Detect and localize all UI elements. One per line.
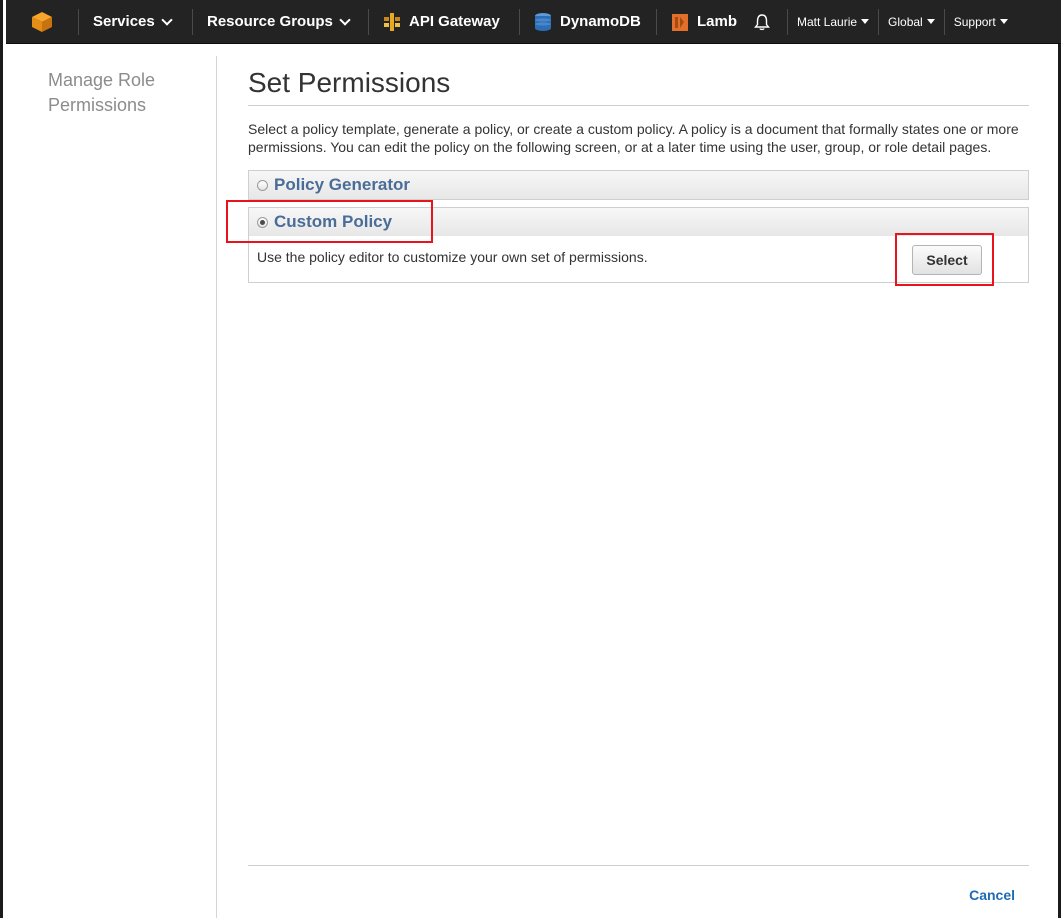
support-label: Support	[953, 14, 996, 29]
shortcut-label: Lamb	[697, 13, 738, 30]
intro-text: Select a policy template, generate a pol…	[248, 121, 1019, 155]
dynamodb-icon	[534, 12, 552, 32]
sidebar-title: Manage Role Permissions	[48, 70, 156, 115]
caret-down-icon	[926, 19, 935, 24]
custom-policy-panel: Use the policy editor to customize your …	[248, 236, 1029, 283]
custom-policy-radio[interactable]	[257, 216, 268, 228]
sidebar: Manage Role Permissions	[6, 56, 217, 918]
chevron-down-icon	[339, 13, 351, 26]
resource-groups-menu[interactable]: Resource Groups	[193, 0, 368, 44]
services-menu[interactable]: Services	[79, 0, 192, 44]
api-gateway-icon	[383, 12, 401, 32]
user-name: Matt Laurie	[797, 14, 858, 29]
page-title: Set Permissions	[248, 67, 451, 98]
lambda-icon	[671, 12, 689, 32]
shortcut-lambda[interactable]: Lamb	[657, 0, 739, 44]
custom-policy-label: Custom Policy	[274, 212, 393, 231]
notifications-bell[interactable]	[739, 0, 787, 44]
cancel-link[interactable]: Cancel	[969, 887, 1015, 903]
policy-generator-radio[interactable]	[257, 179, 268, 191]
support-menu[interactable]: Support	[945, 0, 1017, 44]
user-menu[interactable]: Matt Laurie	[788, 0, 878, 44]
select-button[interactable]: Select	[912, 245, 982, 275]
aws-cube-icon	[32, 11, 52, 32]
custom-policy-description: Use the policy editor to customize your …	[257, 249, 648, 265]
aws-logo-icon[interactable]	[6, 0, 78, 44]
shortcut-label: DynamoDB	[560, 13, 641, 30]
region-menu[interactable]: Global	[879, 0, 944, 44]
shortcut-label: API Gateway	[409, 13, 500, 30]
shortcut-api-gateway[interactable]: API Gateway	[369, 0, 519, 44]
top-nav-bar: Services Resource Groups API Gateway Dyn…	[6, 0, 1061, 44]
chevron-down-icon	[161, 13, 173, 26]
footer-divider	[248, 865, 1029, 866]
resource-groups-label: Resource Groups	[207, 13, 333, 30]
policy-generator-option[interactable]: Policy Generator	[248, 170, 1029, 200]
caret-down-icon	[861, 19, 870, 24]
region-label: Global	[888, 14, 923, 29]
shortcut-dynamodb[interactable]: DynamoDB	[520, 0, 656, 44]
bell-icon	[754, 13, 770, 30]
browser-frame: Services Resource Groups API Gateway Dyn…	[0, 0, 1061, 918]
title-divider	[248, 105, 1029, 106]
services-label: Services	[93, 13, 155, 30]
caret-down-icon	[999, 19, 1008, 24]
policy-generator-label: Policy Generator	[274, 175, 411, 194]
custom-policy-option[interactable]: Custom Policy	[248, 207, 1029, 237]
